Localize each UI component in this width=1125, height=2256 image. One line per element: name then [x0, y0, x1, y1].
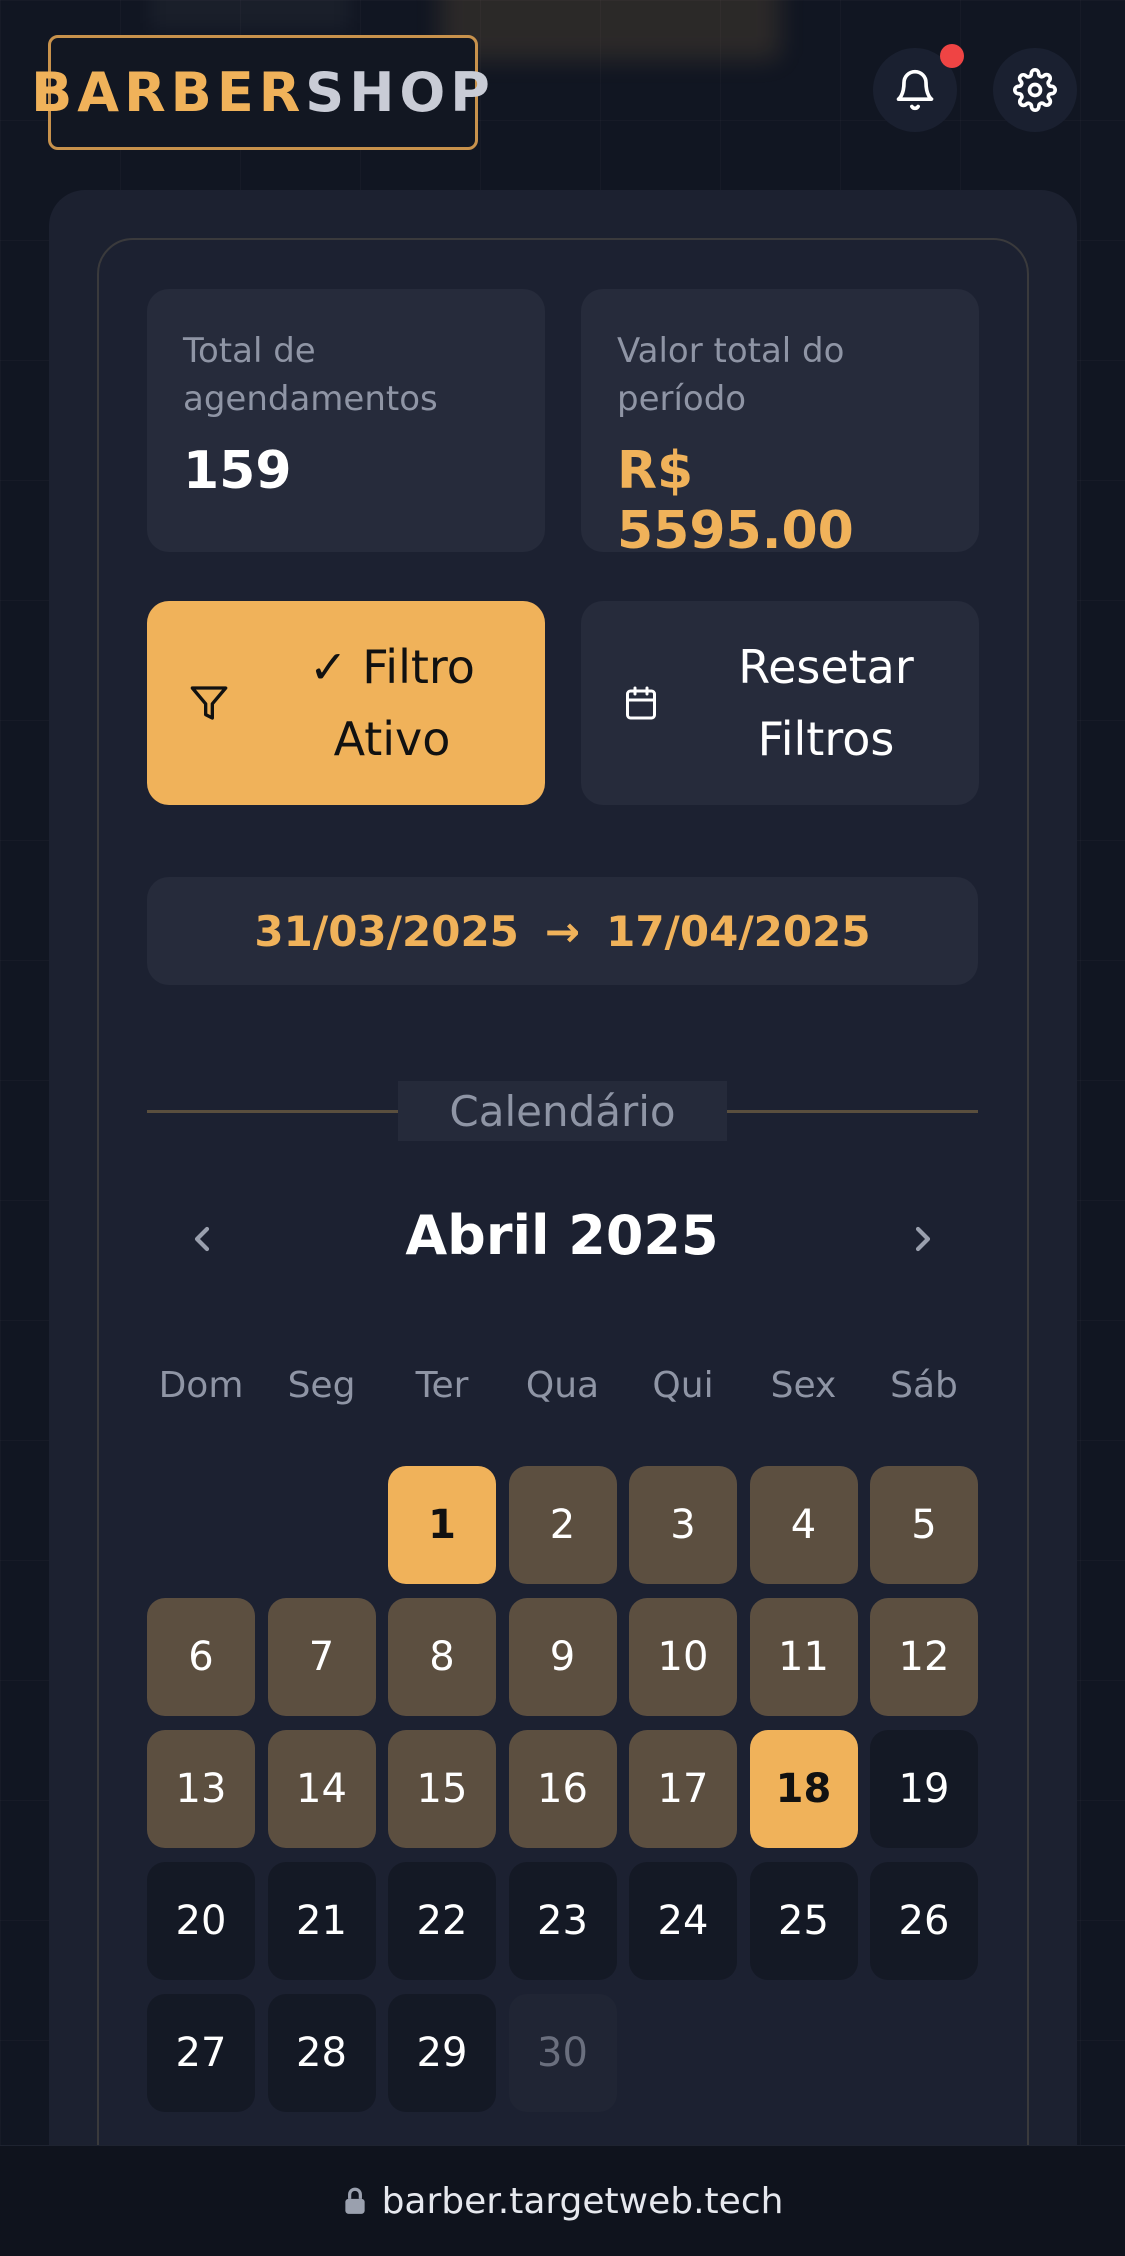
- calendar-day[interactable]: 8: [388, 1598, 496, 1716]
- notification-badge: [940, 44, 964, 68]
- logo-part2: SHOP: [305, 61, 495, 124]
- calendar-day[interactable]: 12: [870, 1598, 978, 1716]
- calendar-day[interactable]: 2: [508, 1466, 617, 1584]
- chevron-left-icon: [194, 1226, 210, 1252]
- calendar-day[interactable]: 5: [870, 1466, 978, 1584]
- url-text: barber.targetweb.tech: [381, 2180, 784, 2222]
- next-month-button[interactable]: [888, 1204, 958, 1274]
- range-arrow: →: [544, 906, 581, 956]
- calendar-day[interactable]: 14: [267, 1730, 376, 1848]
- browser-url-bar[interactable]: barber.targetweb.tech: [0, 2145, 1125, 2256]
- calendar-day[interactable]: 21: [267, 1862, 376, 1980]
- calendar-day[interactable]: 27: [147, 1994, 255, 2112]
- bell-icon: [896, 69, 934, 111]
- calendar-day[interactable]: 7: [267, 1598, 376, 1716]
- month-label: Abril 2025: [405, 1204, 719, 1267]
- calendar-day[interactable]: 23: [508, 1862, 617, 1980]
- calendar-day[interactable]: 10: [629, 1598, 737, 1716]
- weekday-label: Qua: [525, 1365, 600, 1406]
- weekday-label: Ter: [415, 1365, 469, 1406]
- total-value-label: Valor total do período: [617, 331, 845, 419]
- range-start-date: 31/03/2025: [254, 906, 519, 956]
- filter-active-button[interactable]: ✓ Filtro Ativo: [147, 601, 545, 805]
- total-value-card: Valor total do período R$ 5595.00: [581, 289, 979, 561]
- calendar-day[interactable]: 28: [267, 1994, 376, 2112]
- weekday-label: Seg: [287, 1365, 356, 1406]
- calendar-section-title: Calendário: [398, 1081, 727, 1141]
- weekday-header: Dom Seg Ter Qua Qui Sex Sáb: [147, 1365, 978, 1415]
- calendar-day[interactable]: 16: [508, 1730, 617, 1848]
- calendar-day[interactable]: 26: [870, 1862, 978, 1980]
- calendar-day[interactable]: 3: [629, 1466, 737, 1584]
- settings-button[interactable]: [993, 48, 1077, 132]
- gear-icon: [1013, 68, 1057, 112]
- filter-active-label: ✓ Filtro Ativo: [309, 640, 475, 766]
- total-appointments-label: Total de agendamentos: [183, 331, 438, 419]
- chevron-right-icon: [915, 1226, 931, 1252]
- calendar-day[interactable]: 25: [749, 1862, 858, 1980]
- calendar-icon: [623, 685, 693, 721]
- calendar-day[interactable]: 4: [749, 1466, 858, 1584]
- calendar-day[interactable]: 1: [388, 1466, 496, 1584]
- calendar-day[interactable]: 20: [147, 1862, 255, 1980]
- calendar-day[interactable]: 29: [388, 1994, 496, 2112]
- weekday-label: Dom: [158, 1365, 244, 1406]
- calendar-day[interactable]: 13: [147, 1730, 255, 1848]
- header: BARBER SHOP: [0, 0, 1125, 185]
- calendar-day[interactable]: 9: [508, 1598, 617, 1716]
- filter-icon: [189, 683, 259, 723]
- calendar-grid: 1 2 3 4 5 6 7 8 9 10 11 12 13 14 15 16 17 18 19 20 21 22 23 24 2…: [147, 1466, 978, 2116]
- reset-filters-label: Resetar Filtros: [738, 640, 914, 766]
- previous-month-button[interactable]: [167, 1204, 237, 1274]
- logo[interactable]: BARBER SHOP: [31, 35, 490, 150]
- logo-part1: BARBER: [31, 61, 306, 124]
- total-appointments-value: 159: [183, 441, 292, 501]
- calendar-day[interactable]: 11: [749, 1598, 858, 1716]
- date-range-display[interactable]: 31/03/2025 → 17/04/2025: [147, 877, 978, 985]
- reset-filters-button[interactable]: Resetar Filtros: [581, 601, 979, 805]
- total-appointments-card: Total de agendamentos 159: [147, 289, 545, 552]
- calendar-day[interactable]: 22: [388, 1862, 496, 1980]
- calendar-day: 30: [508, 1994, 617, 2112]
- calendar-day[interactable]: 24: [629, 1862, 737, 1980]
- calendar-day[interactable]: 18: [749, 1730, 858, 1848]
- weekday-label: Sex: [770, 1365, 837, 1406]
- calendar-day[interactable]: 6: [147, 1598, 255, 1716]
- weekday-label: Qui: [652, 1365, 714, 1406]
- calendar-day[interactable]: 17: [629, 1730, 737, 1848]
- range-end-date: 17/04/2025: [606, 906, 871, 956]
- calendar-day[interactable]: 15: [388, 1730, 496, 1848]
- calendar-day[interactable]: 19: [870, 1730, 978, 1848]
- lock-icon: [344, 2187, 365, 2214]
- total-value-amount: R$ 5595.00: [617, 441, 854, 561]
- weekday-label: Sáb: [890, 1365, 958, 1406]
